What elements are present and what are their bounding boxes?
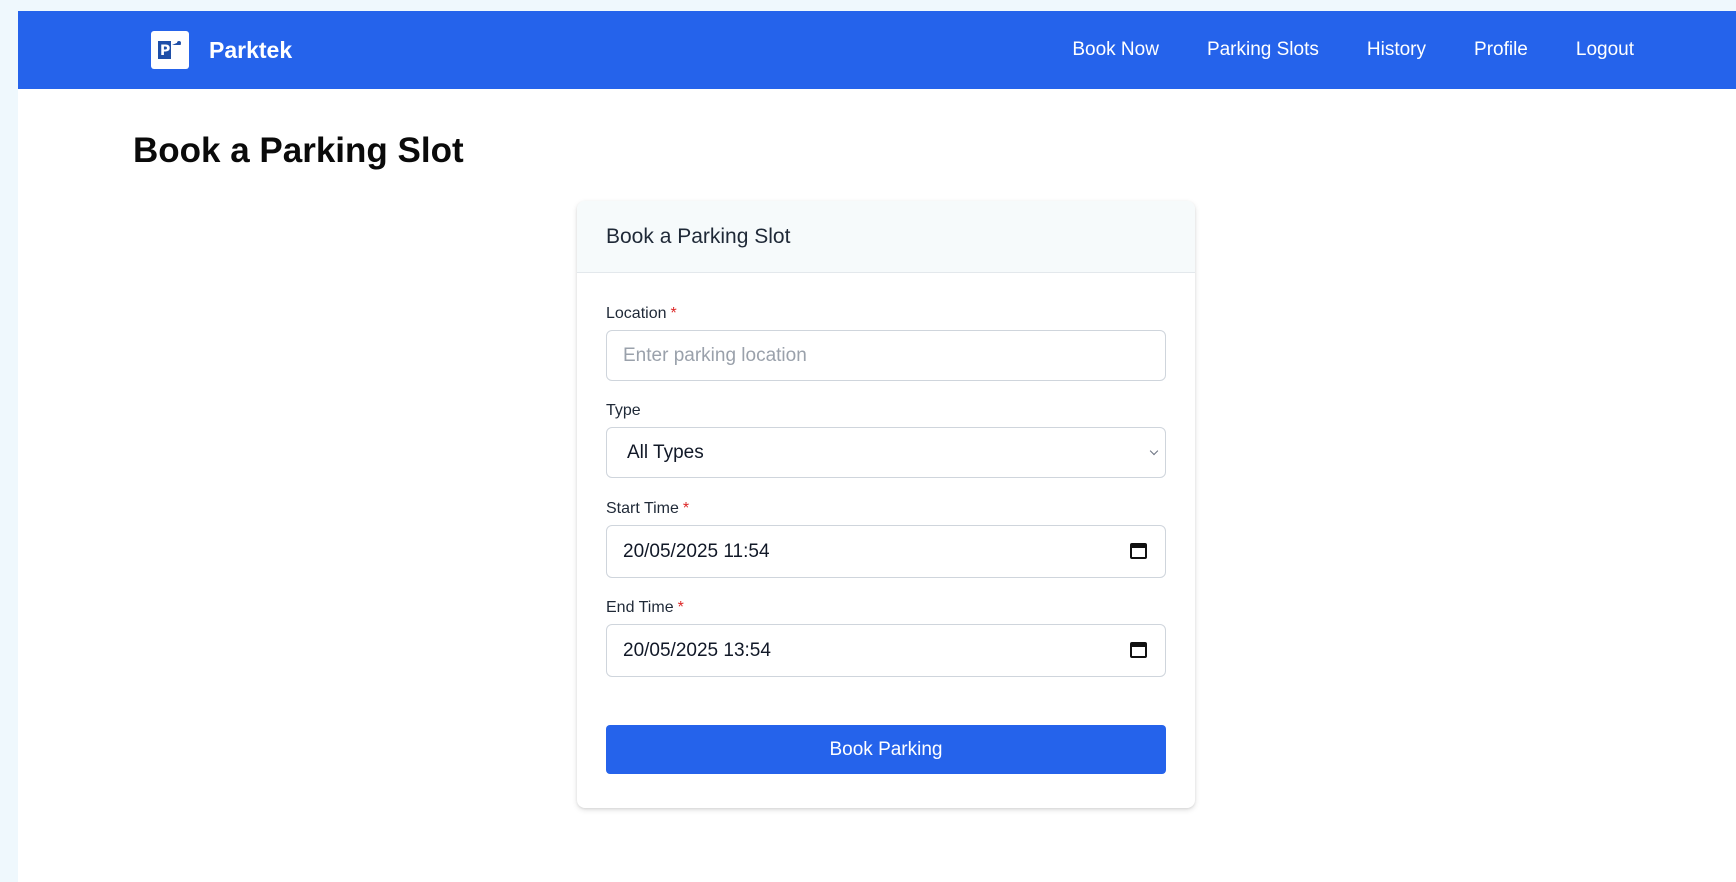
end-time-label-text: End Time <box>606 599 674 616</box>
end-time-value: 20/05/2025 13:54 <box>623 639 771 661</box>
top-navbar: P Parktek Book Now Parking Slots History… <box>18 11 1736 89</box>
location-label: Location * <box>606 305 1166 323</box>
start-time-value: 20/05/2025 11:54 <box>623 540 770 562</box>
booking-card: Book a Parking Slot Location* Type All T… <box>577 201 1195 808</box>
location-label-text: Location <box>606 305 667 322</box>
book-parking-button[interactable]: Book Parking <box>606 725 1166 774</box>
start-time-input[interactable]: 20/05/2025 11:54 <box>606 525 1166 578</box>
booking-form: Location* Type All Types Start Time* 20/… <box>577 305 1195 774</box>
parking-logo-icon: P <box>151 31 189 69</box>
chevron-down-icon <box>1149 446 1159 456</box>
brand-name: Parktek <box>209 36 293 63</box>
end-time-label: End Time * <box>606 599 1166 617</box>
type-label: Type <box>606 402 1166 420</box>
start-time-label-text: Start Time <box>606 500 679 517</box>
start-time-label: Start Time * <box>606 500 1166 518</box>
nav-logout[interactable]: Logout <box>1576 39 1634 61</box>
logo-letter: P <box>160 43 170 59</box>
nav-profile[interactable]: Profile <box>1474 39 1528 61</box>
start-time-required-mark: * <box>682 500 690 517</box>
brand[interactable]: P Parktek <box>151 31 292 69</box>
type-label-text: Type <box>606 402 641 419</box>
card-header: Book a Parking Slot <box>577 201 1195 273</box>
location-required-mark: * <box>670 305 677 322</box>
nav-links: Book Now Parking Slots History Profile L… <box>1072 11 1634 89</box>
type-selected-value: All Types <box>627 441 704 463</box>
type-select[interactable]: All Types <box>606 427 1166 478</box>
calendar-icon[interactable] <box>1130 642 1147 658</box>
end-time-required-mark: * <box>677 599 684 616</box>
app-window: P Parktek Book Now Parking Slots History… <box>18 11 1736 882</box>
location-input[interactable] <box>606 330 1166 381</box>
nav-parking-slots[interactable]: Parking Slots <box>1207 39 1319 61</box>
nav-book-now[interactable]: Book Now <box>1072 39 1159 61</box>
page-title: Book a Parking Slot <box>133 131 464 170</box>
calendar-icon[interactable] <box>1130 543 1147 559</box>
end-time-input[interactable]: 20/05/2025 13:54 <box>606 624 1166 677</box>
nav-history[interactable]: History <box>1367 39 1426 61</box>
